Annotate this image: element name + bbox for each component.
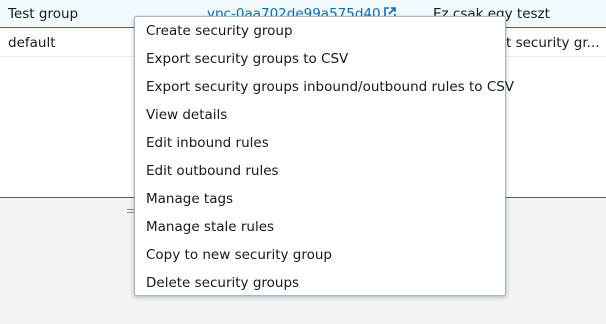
menu-item-copy-to-new-security-group[interactable]: Copy to new security group [135, 241, 505, 269]
security-group-description: t security gr... [506, 35, 600, 51]
menu-item-edit-outbound-rules[interactable]: Edit outbound rules [135, 157, 505, 185]
security-group-name: Test group [8, 6, 79, 22]
menu-item-create-security-group[interactable]: Create security group [135, 17, 505, 45]
menu-item-manage-stale-rules[interactable]: Manage stale rules [135, 213, 505, 241]
menu-item-manage-tags[interactable]: Manage tags [135, 185, 505, 213]
menu-item-view-details[interactable]: View details [135, 101, 505, 129]
menu-item-export-rules-csv[interactable]: Export security groups inbound/outbound … [135, 73, 514, 101]
menu-item-delete-security-groups[interactable]: Delete security groups [135, 269, 505, 297]
security-group-name: default [8, 35, 56, 51]
menu-item-export-security-groups-csv[interactable]: Export security groups to CSV [135, 45, 505, 73]
actions-context-menu: Create security group Export security gr… [134, 16, 514, 297]
security-groups-page: Test group vpc-0aa702de99a575d40 Ez csak… [0, 0, 606, 324]
menu-item-edit-inbound-rules[interactable]: Edit inbound rules [135, 129, 505, 157]
